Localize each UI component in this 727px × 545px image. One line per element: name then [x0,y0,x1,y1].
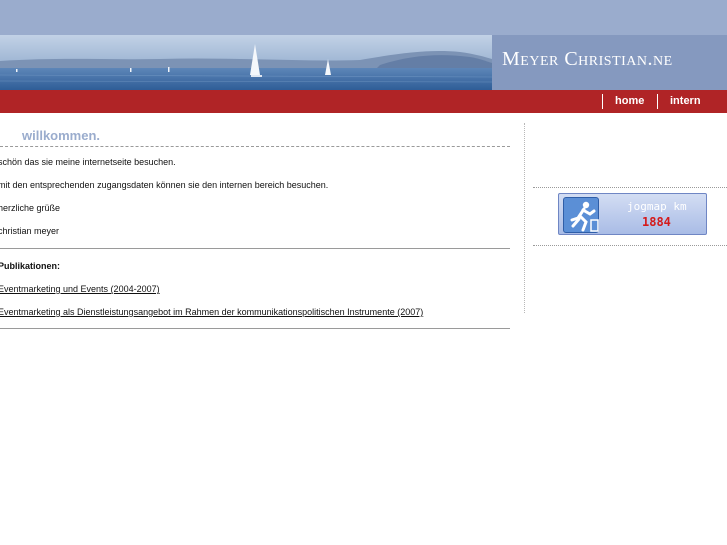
welcome-text: schön das sie meine internetseite besuch… [0,157,176,167]
publications-heading: Publikationen: [0,261,61,271]
publication-link-eventmarketing[interactable]: Eventmarketing und Events (2004-2007) [0,284,160,294]
title-divider [0,146,510,147]
banner-sea-image [0,35,492,90]
nav-home-link[interactable]: home [615,95,644,107]
nav-separator [602,94,603,109]
nav-bar: home intern [0,90,727,113]
top-bar [0,0,727,35]
brand-panel: Meyer Christian.ne [492,35,727,90]
nav-separator [657,94,658,109]
section-divider [0,248,510,249]
jogmap-widget[interactable]: jogmap km 1884 [558,193,707,235]
sidebar-divider [533,245,727,246]
column-divider [524,123,525,313]
jogmap-label: jogmap km [627,200,687,213]
sidebar-divider [533,187,727,188]
jogmap-km-value: 1884 [642,215,671,229]
site-brand[interactable]: Meyer Christian.ne [502,48,673,71]
header-banner: Meyer Christian.ne [0,35,727,90]
page-title: willkommen. [22,128,101,143]
greeting-text: herzliche grüße [0,203,61,213]
running-man-icon [563,197,599,233]
section-divider [0,328,510,329]
publication-link-dienstleistung[interactable]: Eventmarketing als Dienstleistungsangebo… [0,307,423,317]
nav-intern-link[interactable]: intern [670,95,701,107]
signature-text: christian meyer [0,226,60,236]
access-info-text: mit den entsprechenden zugangsdaten könn… [0,180,329,190]
